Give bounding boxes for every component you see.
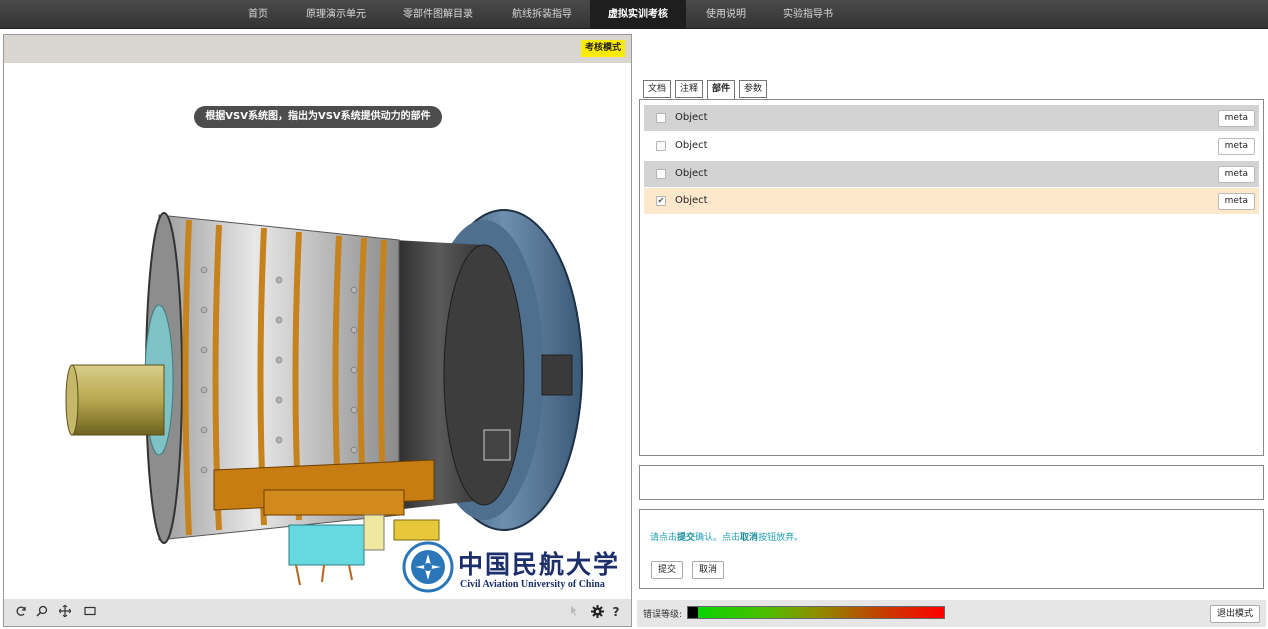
confirm-msg-submit: 提交 <box>677 533 696 543</box>
meta-button[interactable]: meta <box>1217 138 1255 155</box>
list-item-selected[interactable]: ✔ Object meta <box>644 188 1259 214</box>
exit-mode-button[interactable]: 退出模式 <box>1209 605 1260 623</box>
exam-mode-badge: 考核模式 <box>580 40 625 57</box>
top-nav: 首页 原理演示单元 零部件图解目录 航线拆装指导 虚拟实训考核 使用说明 实验指… <box>0 0 1268 29</box>
tab-params[interactable]: 参数 <box>739 80 768 98</box>
help-icon[interactable]: ? <box>609 605 623 619</box>
nav-item-parts-catalog[interactable]: 零部件图解目录 <box>396 0 480 29</box>
cancel-button[interactable]: 取消 <box>692 561 725 579</box>
model-viewer[interactable]: 考核模式 根据VSV系统图，指出为VSV系统提供动力的部件 中国民航大学 Civ… <box>3 34 632 627</box>
meta-button[interactable]: meta <box>1217 166 1255 183</box>
error-level-label: 错误等级: <box>643 610 683 620</box>
fit-view-icon[interactable] <box>83 605 97 619</box>
part-label: Object <box>675 112 708 123</box>
cursor-icon[interactable] <box>568 605 582 619</box>
meta-button[interactable]: meta <box>1217 110 1255 127</box>
university-logo: 中国民航大学 Civil Aviation University of Chin… <box>402 541 618 593</box>
logo-chinese-name: 中国民航大学 <box>458 550 621 579</box>
part-checkbox[interactable] <box>656 113 666 123</box>
zoom-icon[interactable] <box>35 605 49 619</box>
nav-item-user-guide[interactable]: 使用说明 <box>694 0 758 29</box>
part-label: Object <box>675 195 708 206</box>
part-checkbox-checked[interactable]: ✔ <box>656 196 666 206</box>
nav-item-virtual-training-exam[interactable]: 虚拟实训考核 <box>590 0 686 29</box>
error-level-bar <box>687 606 945 619</box>
part-label: Object <box>675 140 708 151</box>
confirm-panel: 请点击提交确认。点击取消按钮放弃。 提交 取消 <box>639 509 1264 589</box>
logo-english-name: Civil Aviation University of China <box>460 579 605 590</box>
university-seal-icon <box>402 541 454 593</box>
error-level-fill <box>688 607 699 618</box>
confirm-msg-mid: 确认。点击 <box>695 533 741 543</box>
question-tooltip: 根据VSV系统图，指出为VSV系统提供动力的部件 <box>194 106 442 128</box>
meta-button[interactable]: meta <box>1217 193 1255 210</box>
list-item[interactable]: Object meta <box>644 161 1259 187</box>
confirm-msg-pre: 请点击 <box>650 533 678 543</box>
viewer-toolbar: ? <box>4 599 631 626</box>
viewer-header: 考核模式 <box>4 35 631 63</box>
rotate-icon[interactable] <box>14 605 28 619</box>
tab-parts[interactable]: 部件 <box>707 80 736 100</box>
part-label: Object <box>675 168 708 179</box>
part-checkbox[interactable] <box>656 169 666 179</box>
status-bar: 错误等级: 退出模式 <box>637 600 1266 627</box>
confirm-message: 请点击提交确认。点击取消按钮放弃。 <box>650 530 803 543</box>
confirm-msg-cancel: 取消 <box>740 533 759 543</box>
pan-icon[interactable] <box>58 604 72 619</box>
nav-item-principle-demo[interactable]: 原理演示单元 <box>298 0 374 29</box>
nav-item-home[interactable]: 首页 <box>238 0 278 29</box>
tab-docs[interactable]: 文档 <box>643 80 672 98</box>
list-item[interactable]: Object meta <box>644 105 1259 131</box>
nav-item-lab-manual[interactable]: 实验指导书 <box>774 0 842 29</box>
tab-notes[interactable]: 注释 <box>675 80 704 98</box>
list-item[interactable]: Object meta <box>644 133 1259 159</box>
part-checkbox[interactable] <box>656 141 666 151</box>
engine-3d-model[interactable] <box>64 170 584 590</box>
nav-item-line-maintenance[interactable]: 航线拆装指导 <box>500 0 584 29</box>
answer-box[interactable] <box>639 465 1264 500</box>
submit-button[interactable]: 提交 <box>651 561 684 579</box>
confirm-msg-post: 按钮放弃。 <box>758 533 804 543</box>
parts-list: Object meta Object meta Object meta ✔ Ob… <box>639 99 1264 456</box>
gear-icon[interactable] <box>590 605 604 619</box>
